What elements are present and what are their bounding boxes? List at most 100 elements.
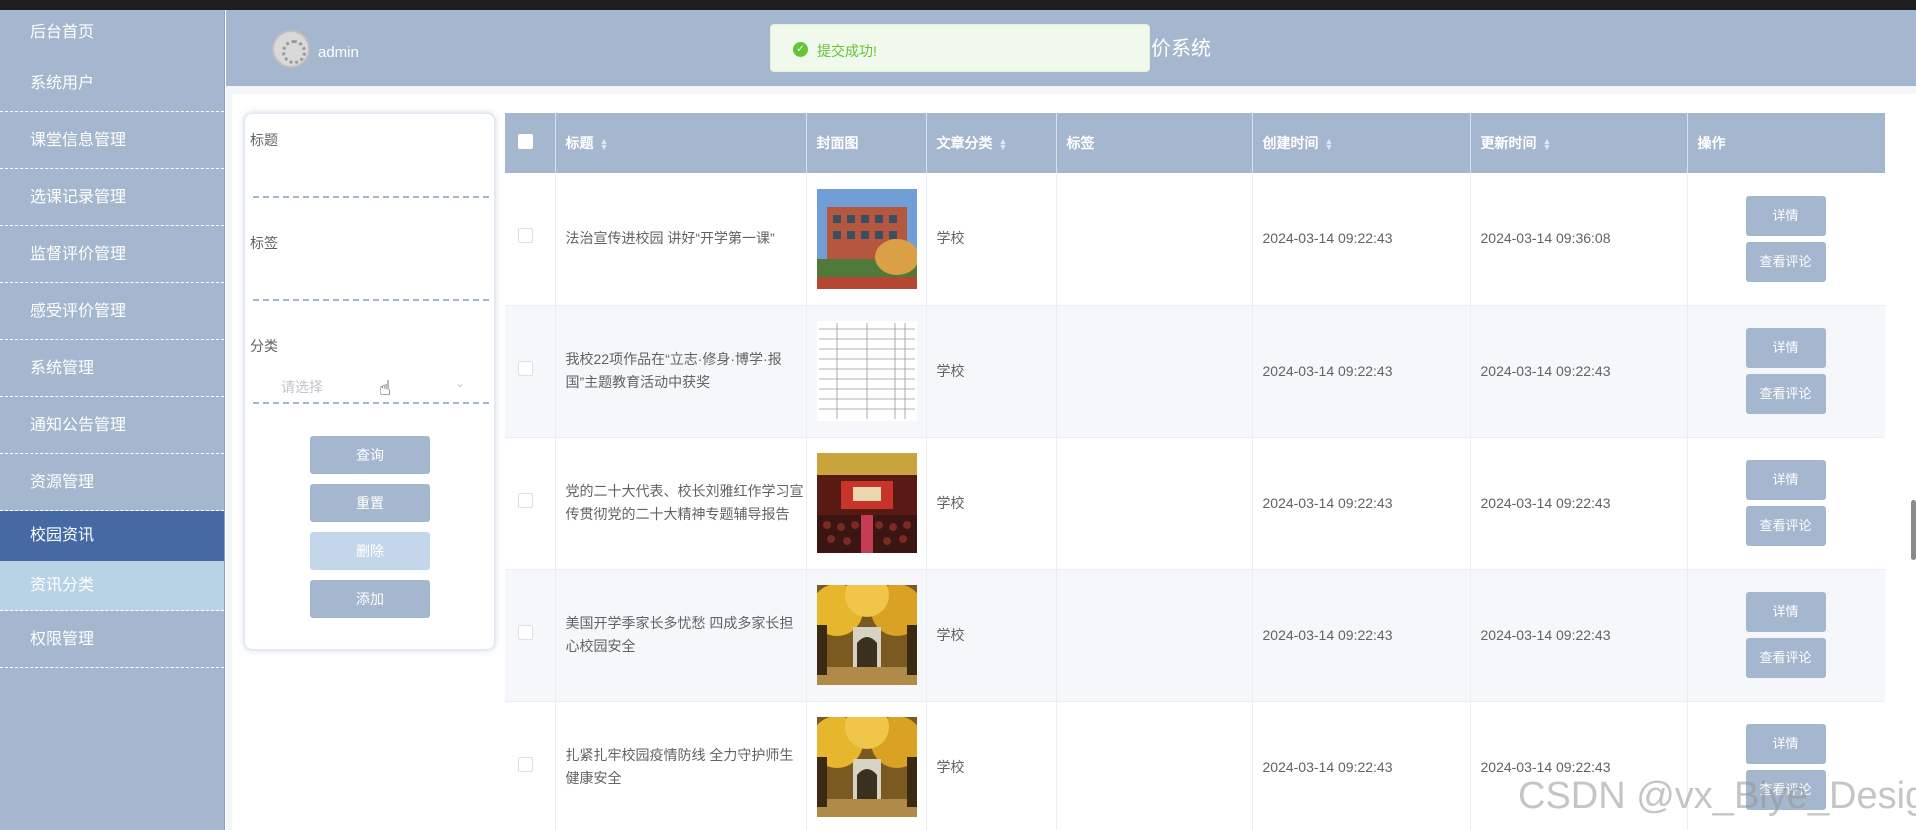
column-header-cover: 封面图 xyxy=(806,113,927,173)
updated-time-cell: 2024-03-14 09:22:43 xyxy=(1470,437,1688,570)
search-panel: 标题 标签 分类 请选择 ⌄ ☝ 查询 重置 删除 添加 xyxy=(244,113,495,650)
table-row: 我校22项作品在“立志·修身·博学·报国”主题教育活动中获奖 学校 2024-0… xyxy=(505,305,1885,438)
row-checkbox[interactable] xyxy=(518,624,533,640)
view-comments-button[interactable]: 查看评论 xyxy=(1745,374,1826,414)
row-select-cell xyxy=(505,569,556,702)
actions-cell: 详情 查看评论 xyxy=(1687,437,1885,570)
row-select-cell xyxy=(505,701,556,830)
table-row: 法治宣传进校园 讲好“开学第一课” 学校 2024-03-14 09:22:43… xyxy=(505,173,1885,306)
view-comments-button[interactable]: 查看评论 xyxy=(1745,506,1826,546)
window-top-strip xyxy=(0,0,1916,10)
table-row: 美国开学季家长多忧愁 四成多家长担心校园安全 学校 2024-03-14 09:… xyxy=(505,569,1885,702)
sidebar: 后台首页 系统用户 课堂信息管理 选课记录管理 监督评价管理 感受评价管理 系统… xyxy=(0,10,225,830)
delete-button[interactable]: 删除 xyxy=(310,532,430,570)
tag-cell xyxy=(1056,305,1253,438)
sidebar-item-campus-news[interactable]: 校园资讯 xyxy=(0,511,224,561)
table-row: 党的二十大代表、校长刘雅红作学习宣传贯彻党的二十大精神专题辅导报告 学校 202… xyxy=(505,437,1885,570)
avatar[interactable] xyxy=(272,30,310,68)
sidebar-item-system-users[interactable]: 系统用户 xyxy=(0,55,224,112)
select-all-checkbox[interactable] xyxy=(518,134,533,149)
updated-time-cell: 2024-03-14 09:36:08 xyxy=(1470,173,1688,306)
detail-button[interactable]: 详情 xyxy=(1745,460,1826,500)
cover-cell xyxy=(806,701,927,830)
row-select-cell xyxy=(505,305,556,438)
cover-image xyxy=(816,453,917,553)
row-select-cell xyxy=(505,173,556,306)
created-time-cell: 2024-03-14 09:22:43 xyxy=(1252,305,1471,438)
title-input[interactable] xyxy=(253,168,489,198)
sidebar-item-class-info[interactable]: 课堂信息管理 xyxy=(0,112,224,169)
tag-label: 标签 xyxy=(250,235,278,251)
category-placeholder: 请选择 xyxy=(281,379,323,395)
title-label: 标题 xyxy=(250,132,278,148)
check-circle-icon: ✓ xyxy=(793,42,808,57)
tag-cell xyxy=(1056,569,1253,702)
view-comments-button[interactable]: 查看评论 xyxy=(1745,638,1826,678)
column-header-category[interactable]: 文章分类 ▲ ▼ xyxy=(926,113,1057,173)
column-header-tag: 标签 xyxy=(1056,113,1253,173)
watermark: CSDN @vx_Biye_Design xyxy=(1518,775,1916,817)
cover-cell xyxy=(806,173,927,306)
sidebar-item-system-manage[interactable]: 系统管理 xyxy=(0,340,224,397)
sidebar-item-home[interactable]: 后台首页 xyxy=(0,10,224,55)
page-scrollbar[interactable] xyxy=(1911,500,1916,560)
sidebar-item-course-records[interactable]: 选课记录管理 xyxy=(0,169,224,226)
created-time-cell: 2024-03-14 09:22:43 xyxy=(1252,569,1471,702)
username: admin xyxy=(318,44,359,61)
actions-cell: 详情 查看评论 xyxy=(1687,173,1885,306)
sidebar-item-feeling-eval[interactable]: 感受评价管理 xyxy=(0,283,224,340)
cover-image xyxy=(816,717,917,817)
query-button[interactable]: 查询 xyxy=(310,436,430,474)
sidebar-item-supervision-eval[interactable]: 监督评价管理 xyxy=(0,226,224,283)
select-all-cell xyxy=(505,113,556,173)
tag-cell xyxy=(1056,173,1253,306)
category-cell: 学校 xyxy=(926,701,1057,830)
sort-icon[interactable]: ▲ ▼ xyxy=(600,137,609,152)
detail-button[interactable]: 详情 xyxy=(1745,328,1826,368)
category-label: 分类 xyxy=(250,338,278,354)
tag-input[interactable] xyxy=(253,271,489,301)
detail-button[interactable]: 详情 xyxy=(1745,724,1826,764)
success-toast: ✓ 提交成功! xyxy=(770,24,1150,72)
column-header-updated[interactable]: 更新时间 ▲ ▼ xyxy=(1470,113,1688,173)
news-table: 标题 ▲ ▼ 封面图 文章分类 ▲ ▼ 标签 创建时间 ▲ ▼ 更新时间 ▲ ▼ 操作 法治宣传… xyxy=(505,113,1885,830)
add-button[interactable]: 添加 xyxy=(310,580,430,618)
view-comments-button[interactable]: 查看评论 xyxy=(1745,241,1826,282)
column-header-title[interactable]: 标题 ▲ ▼ xyxy=(555,113,807,173)
actions-cell: 详情 查看评论 xyxy=(1687,569,1885,702)
category-cell: 学校 xyxy=(926,569,1057,702)
actions-cell: 详情 查看评论 xyxy=(1687,305,1885,438)
detail-button[interactable]: 详情 xyxy=(1745,592,1826,632)
sidebar-item-resources[interactable]: 资源管理 xyxy=(0,454,224,511)
title-cell: 美国开学季家长多忧愁 四成多家长担心校园安全 xyxy=(555,569,807,702)
table-header-row: 标题 ▲ ▼ 封面图 文章分类 ▲ ▼ 标签 创建时间 ▲ ▼ 更新时间 ▲ ▼ 操作 xyxy=(505,113,1885,173)
sort-icon[interactable]: ▲ ▼ xyxy=(1543,137,1552,152)
sort-icon[interactable]: ▲ ▼ xyxy=(1325,137,1334,152)
column-header-actions: 操作 xyxy=(1687,113,1885,173)
category-cell: 学校 xyxy=(926,437,1057,570)
sidebar-item-permissions[interactable]: 权限管理 xyxy=(0,611,224,668)
sidebar-item-news-category[interactable]: 资讯分类 xyxy=(0,561,224,611)
tag-cell xyxy=(1056,701,1253,830)
sort-icon[interactable]: ▲ ▼ xyxy=(999,137,1008,152)
row-checkbox[interactable] xyxy=(518,492,533,508)
category-cell: 学校 xyxy=(926,173,1057,306)
cover-image xyxy=(816,188,917,289)
row-select-cell xyxy=(505,437,556,570)
cover-cell xyxy=(806,305,927,438)
row-checkbox[interactable] xyxy=(518,360,533,376)
updated-time-cell: 2024-03-14 09:22:43 xyxy=(1470,569,1688,702)
detail-button[interactable]: 详情 xyxy=(1745,195,1826,236)
created-time-cell: 2024-03-14 09:22:43 xyxy=(1252,173,1471,306)
created-time-cell: 2024-03-14 09:22:43 xyxy=(1252,701,1471,830)
sidebar-item-notices[interactable]: 通知公告管理 xyxy=(0,397,224,454)
chevron-down-icon[interactable]: ⌄ xyxy=(455,376,465,390)
cover-cell xyxy=(806,437,927,570)
title-cell: 扎紧扎牢校园疫情防线 全力守护师生健康安全 xyxy=(555,701,807,830)
row-checkbox[interactable] xyxy=(518,228,533,244)
reset-button[interactable]: 重置 xyxy=(310,484,430,522)
column-header-created[interactable]: 创建时间 ▲ ▼ xyxy=(1252,113,1471,173)
row-checkbox[interactable] xyxy=(518,756,533,772)
toast-message: 提交成功! xyxy=(817,43,877,59)
title-cell: 党的二十大代表、校长刘雅红作学习宣传贯彻党的二十大精神专题辅导报告 xyxy=(555,437,807,570)
